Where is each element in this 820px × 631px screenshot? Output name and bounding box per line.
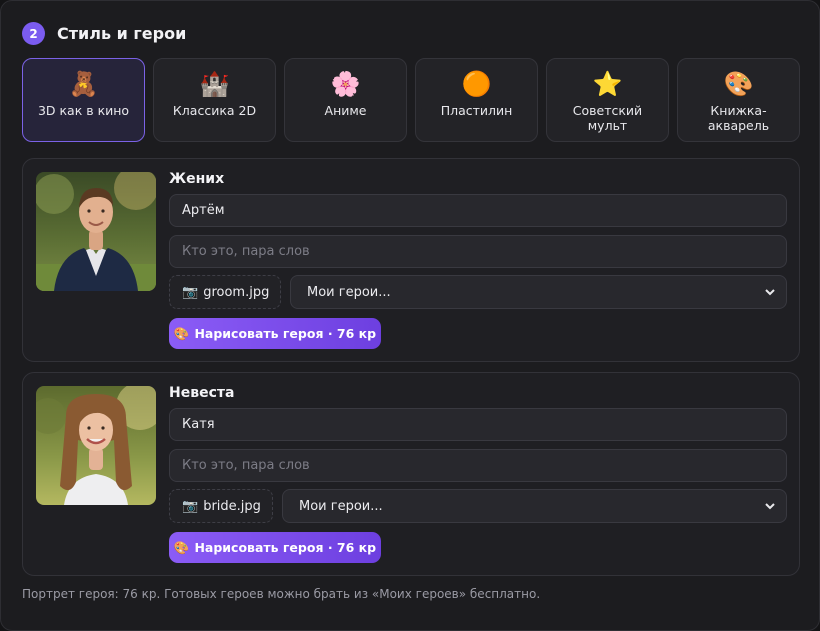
section-header: 2 Стиль и герои bbox=[22, 22, 186, 45]
style-option-plasticine[interactable]: 🟠 Пластилин bbox=[415, 58, 538, 142]
camera-icon: 📷 bbox=[182, 498, 199, 514]
style-option-3d[interactable]: 🧸 3D как в кино bbox=[22, 58, 145, 142]
style-selector: 🧸 3D как в кино 🏰 Классика 2D 🌸 Аниме 🟠 … bbox=[22, 58, 800, 142]
star-icon: ⭐ bbox=[592, 70, 623, 98]
style-label: 3D как в кино bbox=[37, 103, 130, 118]
style-option-soviet-cartoon[interactable]: ⭐ Советский мульт bbox=[546, 58, 669, 142]
draw-hero-label: Нарисовать героя · 76 кр bbox=[194, 326, 377, 341]
hero-description-input[interactable] bbox=[169, 235, 787, 268]
style-option-watercolor-book[interactable]: 🎨 Книжка- акварель bbox=[677, 58, 800, 142]
hero-name-input[interactable] bbox=[169, 194, 787, 227]
camera-icon: 📷 bbox=[182, 284, 199, 300]
draw-hero-button[interactable]: 🎨 Нарисовать героя · 76 кр bbox=[169, 532, 381, 563]
hero-role-label: Невеста bbox=[169, 385, 235, 401]
castle-icon: 🏰 bbox=[199, 70, 230, 98]
orange-circle-icon: 🟠 bbox=[461, 70, 492, 98]
step-badge: 2 bbox=[22, 22, 45, 45]
my-heroes-select[interactable]: Мои герои... bbox=[282, 489, 787, 523]
style-label: Советский мульт bbox=[572, 103, 643, 133]
style-option-anime[interactable]: 🌸 Аниме bbox=[284, 58, 407, 142]
style-label: Книжка- акварель bbox=[707, 103, 770, 133]
select-value: Мои герои... bbox=[299, 498, 383, 514]
my-heroes-select[interactable]: Мои герои... bbox=[290, 275, 787, 309]
chevron-down-icon bbox=[765, 503, 775, 510]
style-heroes-panel: 2 Стиль и герои 🧸 3D как в кино 🏰 Класси… bbox=[0, 0, 820, 631]
groom-photo bbox=[36, 172, 156, 291]
hero-card-groom: Жених 📷 groom.jpg Мои герои... 🎨 Нарисов… bbox=[22, 158, 800, 362]
style-label: Пластилин bbox=[440, 103, 513, 118]
photo-upload-chip[interactable]: 📷 groom.jpg bbox=[169, 275, 281, 309]
bride-photo bbox=[36, 386, 156, 505]
palette-icon: 🎨 bbox=[723, 70, 754, 98]
hero-description-input[interactable] bbox=[169, 449, 787, 482]
palette-icon: 🎨 bbox=[173, 539, 190, 555]
hero-card-bride: Невеста 📷 bride.jpg Мои герои... 🎨 Нарис… bbox=[22, 372, 800, 576]
photo-upload-chip[interactable]: 📷 bride.jpg bbox=[169, 489, 273, 523]
style-label: Классика 2D bbox=[172, 103, 257, 118]
section-title: Стиль и герои bbox=[57, 24, 187, 43]
select-value: Мои герои... bbox=[307, 284, 391, 300]
pricing-note: Портрет героя: 76 кр. Готовых героев мож… bbox=[22, 587, 541, 601]
style-label: Аниме bbox=[324, 103, 367, 118]
hero-role-label: Жених bbox=[169, 171, 225, 187]
palette-icon: 🎨 bbox=[173, 325, 190, 341]
file-name: bride.jpg bbox=[203, 498, 261, 514]
chevron-down-icon bbox=[765, 289, 775, 296]
style-option-classic-2d[interactable]: 🏰 Классика 2D bbox=[153, 58, 276, 142]
blossom-icon: 🌸 bbox=[330, 70, 361, 98]
hero-name-input[interactable] bbox=[169, 408, 787, 441]
teddy-bear-icon: 🧸 bbox=[68, 70, 99, 98]
draw-hero-label: Нарисовать героя · 76 кр bbox=[194, 540, 377, 555]
draw-hero-button[interactable]: 🎨 Нарисовать героя · 76 кр bbox=[169, 318, 381, 349]
file-name: groom.jpg bbox=[203, 284, 270, 300]
